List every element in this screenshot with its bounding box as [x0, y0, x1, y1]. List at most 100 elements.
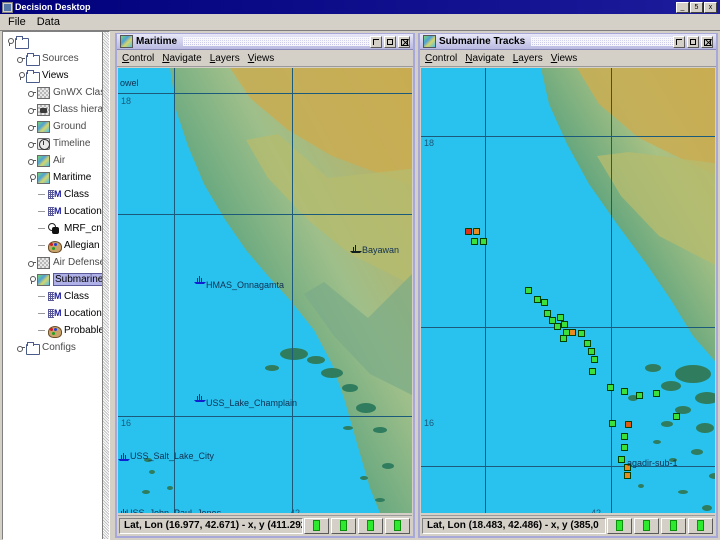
submarine-track-marker[interactable] [541, 299, 548, 306]
submarine-track-marker[interactable] [569, 329, 576, 336]
maritime-close-icon[interactable] [398, 35, 410, 48]
submarine-close-icon[interactable] [701, 35, 713, 48]
ship-marker-icon[interactable] [118, 452, 130, 461]
tree-item-class[interactable]: Class [3, 186, 103, 203]
ship-marker-icon[interactable] [194, 275, 206, 284]
maritime-title-bar[interactable]: Maritime [117, 34, 413, 50]
navigation-tree[interactable]: Sources Views GnWX Class Class hierar Ground… [3, 32, 103, 539]
submarine-tracks-window[interactable]: Submarine Tracks Control Navigate Layers… [418, 33, 718, 538]
maritime-menu-control[interactable]: Control [122, 53, 162, 64]
submarine-track-marker[interactable] [591, 356, 598, 363]
submarine-minimize-icon[interactable] [673, 35, 685, 48]
maritime-menu-views[interactable]: Views [248, 53, 283, 64]
maritime-map-canvas[interactable]: owel HMAS_Onnagamta USS_Lake_Champlain U… [118, 68, 412, 513]
tree-expander-icon[interactable] [27, 122, 36, 131]
tree-item-probable-i[interactable]: Probable I [3, 322, 103, 339]
tree-item-allegian[interactable]: Allegian [3, 237, 103, 254]
submarine-track-marker[interactable] [544, 310, 551, 317]
maritime-window[interactable]: Maritime Control Navigate Layers Views o… [115, 33, 415, 538]
tree-item-maritime[interactable]: Maritime [3, 169, 103, 186]
navigation-tree-panel[interactable]: Sources Views GnWX Class Class hierar Ground… [2, 31, 110, 540]
submarine-track-marker[interactable] [465, 228, 472, 235]
submarine-track-marker[interactable] [588, 348, 595, 355]
tree-item-air[interactable]: Air [3, 152, 103, 169]
submarine-menu-navigate[interactable]: Navigate [465, 53, 512, 64]
submarine-track-marker[interactable] [561, 321, 568, 328]
tree-item-location[interactable]: Location [3, 203, 103, 220]
maritime-maximize-icon[interactable] [384, 35, 396, 48]
submarine-track-marker[interactable] [636, 392, 643, 399]
tree-expander-icon[interactable] [27, 258, 36, 267]
tree-vertical-scrollbar[interactable] [102, 32, 109, 539]
submarine-track-marker[interactable] [560, 335, 567, 342]
maritime-menu-navigate[interactable]: Navigate [162, 53, 209, 64]
submarine-menu-views[interactable]: Views [551, 53, 586, 64]
status-led-button[interactable] [358, 517, 383, 534]
submarine-track-marker[interactable] [589, 368, 596, 375]
status-led-button[interactable] [385, 517, 410, 534]
submarine-maximize-icon[interactable] [687, 35, 699, 48]
submarine-track-marker[interactable] [621, 388, 628, 395]
tree-expander-icon[interactable] [27, 105, 36, 114]
menu-item-file[interactable]: File [4, 15, 33, 29]
status-led-button[interactable] [661, 517, 686, 534]
tree-item-root[interactable] [3, 33, 103, 50]
tree-expander-icon[interactable] [27, 88, 36, 97]
maritime-minimize-icon[interactable] [370, 35, 382, 48]
submarine-track-marker[interactable] [621, 444, 628, 451]
status-led-button[interactable] [331, 517, 356, 534]
submarine-track-marker[interactable] [653, 390, 660, 397]
restore-button[interactable]: 5 [690, 1, 703, 13]
tree-item-sources[interactable]: Sources [3, 50, 103, 67]
submarine-track-marker[interactable] [624, 472, 631, 479]
tree-item-configs[interactable]: Configs [3, 339, 103, 356]
tree-expander-icon[interactable] [27, 275, 36, 284]
status-led-button[interactable] [634, 517, 659, 534]
menu-item-data[interactable]: Data [33, 15, 67, 29]
status-led-button[interactable] [688, 517, 713, 534]
tree-item-views[interactable]: Views [3, 67, 103, 84]
tree-item-timeline[interactable]: Timeline [3, 135, 103, 152]
maritime-menu-layers[interactable]: Layers [210, 53, 248, 64]
submarine-track-marker[interactable] [480, 238, 487, 245]
submarine-track-marker[interactable] [473, 228, 480, 235]
tree-item-mrf-cnt[interactable]: MRF_cnt [3, 220, 103, 237]
tree-item-air-defense[interactable]: Air Defense [3, 254, 103, 271]
submarine-track-marker[interactable] [584, 340, 591, 347]
submarine-track-marker[interactable] [534, 296, 541, 303]
submarine-track-marker[interactable] [607, 384, 614, 391]
city-marker-icon[interactable] [350, 244, 362, 253]
tree-expander-icon[interactable] [27, 139, 36, 148]
tree-expander-icon[interactable] [27, 156, 36, 165]
tree-item-class-hierar[interactable]: Class hierar [3, 101, 103, 118]
close-button[interactable]: x [704, 1, 717, 13]
submarine-track-marker[interactable] [621, 433, 628, 440]
tree-expander-icon[interactable] [16, 54, 25, 63]
submarine-map-canvas[interactable]: agadir-sub-1 18 16 42 [421, 68, 715, 513]
submarine-menu-control[interactable]: Control [425, 53, 465, 64]
tree-expander-icon[interactable] [5, 37, 14, 46]
ship-marker-icon[interactable] [194, 393, 206, 402]
tree-item-ground[interactable]: Ground [3, 118, 103, 135]
minimize-button[interactable]: _ [676, 1, 689, 13]
tree-item-location[interactable]: Location [3, 305, 103, 322]
submarine-menu-layers[interactable]: Layers [513, 53, 551, 64]
submarine-track-marker[interactable] [673, 413, 680, 420]
submarine-track-marker[interactable] [578, 330, 585, 337]
submarine-track-marker[interactable] [554, 323, 561, 330]
submarine-track-marker[interactable] [525, 287, 532, 294]
status-led-button[interactable] [607, 517, 632, 534]
submarine-track-marker[interactable] [625, 421, 632, 428]
status-led-button[interactable] [304, 517, 329, 534]
submarine-track-marker[interactable] [618, 456, 625, 463]
submarine-track-marker[interactable] [557, 314, 564, 321]
tree-item-gnwx-class[interactable]: GnWX Class [3, 84, 103, 101]
tree-item-class[interactable]: Class [3, 288, 103, 305]
tree-expander-icon[interactable] [16, 71, 25, 80]
tree-expander-icon[interactable] [27, 173, 36, 182]
submarine-track-marker[interactable] [471, 238, 478, 245]
tree-expander-icon[interactable] [16, 343, 25, 352]
tree-item-submarine[interactable]: Submarine [3, 271, 103, 288]
submarine-track-marker[interactable] [609, 420, 616, 427]
submarine-title-bar[interactable]: Submarine Tracks [420, 34, 716, 50]
